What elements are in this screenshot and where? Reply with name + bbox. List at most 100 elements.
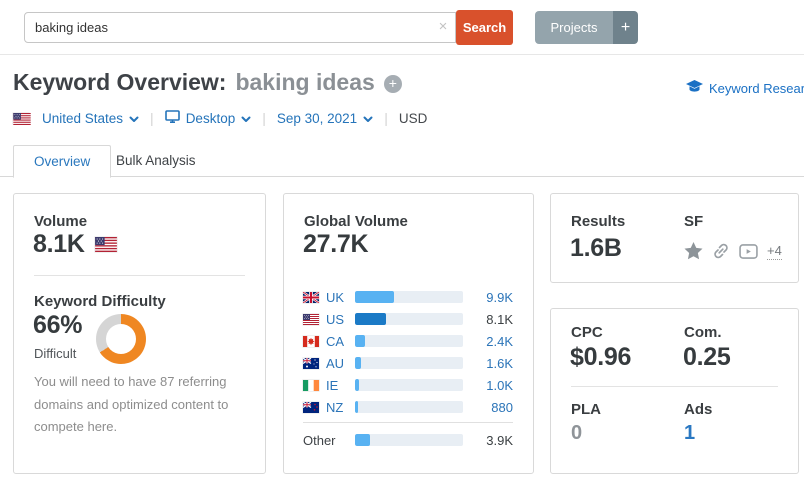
filter-bar: United States | Desktop | Sep 30, 2021 |… bbox=[13, 110, 427, 126]
tab-bulk-analysis[interactable]: Bulk Analysis bbox=[102, 145, 210, 177]
star-icon[interactable] bbox=[684, 242, 703, 260]
country-volume-value: 2.4K bbox=[486, 333, 513, 349]
country-code: IE bbox=[326, 377, 339, 393]
volume-label: Volume bbox=[34, 213, 88, 230]
us-flag-icon bbox=[94, 237, 117, 252]
volume-bar bbox=[355, 291, 463, 303]
chevron-down-icon bbox=[129, 111, 139, 126]
currency-label: USD bbox=[398, 110, 428, 126]
keyword-difficulty-level: Difficult bbox=[34, 346, 77, 361]
divider bbox=[34, 275, 245, 276]
competition-label: Com. bbox=[684, 324, 722, 341]
clear-search-icon[interactable]: × bbox=[435, 17, 451, 37]
filter-separator: | bbox=[384, 110, 388, 126]
graduation-cap-icon bbox=[686, 80, 703, 97]
country-volume-value: 880 bbox=[491, 399, 513, 415]
page-title-keyword: baking ideas bbox=[235, 69, 375, 95]
ads-label: Ads bbox=[684, 401, 713, 418]
other-label: Other bbox=[303, 432, 336, 448]
volume-bar bbox=[355, 379, 463, 391]
global-volume-value: 27.7K bbox=[303, 230, 369, 258]
chevron-down-icon bbox=[363, 111, 373, 126]
serp-features-icons: +4 bbox=[684, 242, 782, 260]
us-flag-icon bbox=[303, 313, 319, 325]
top-search-bar: × Search Projects + bbox=[0, 0, 804, 55]
country-row-ca[interactable]: CA 2.4K bbox=[303, 333, 513, 349]
desktop-monitor-icon bbox=[164, 110, 180, 126]
pla-value: 0 bbox=[571, 422, 583, 444]
chevron-down-icon bbox=[241, 111, 251, 126]
divider bbox=[571, 386, 778, 387]
serp-features-label: SF bbox=[684, 213, 704, 230]
add-keyword-icon[interactable]: + bbox=[383, 75, 402, 93]
country-row-us[interactable]: US 8.1K bbox=[303, 311, 513, 327]
keyword-research-link[interactable]: Keyword Research bbox=[686, 80, 804, 97]
country-row-ie[interactable]: IE 1.0K bbox=[303, 377, 513, 393]
uk-flag-icon bbox=[303, 291, 319, 303]
country-volume-value: 1.6K bbox=[486, 355, 513, 371]
other-volume-row: Other 3.9K bbox=[303, 432, 513, 448]
device-selector[interactable]: Desktop bbox=[164, 110, 252, 126]
volume-bar bbox=[355, 313, 463, 325]
volume-bar bbox=[355, 401, 463, 413]
page-title-label: Keyword Overview: bbox=[13, 69, 227, 95]
keyword-research-label: Keyword Research bbox=[709, 81, 804, 96]
competition-value: 0.25 bbox=[683, 343, 731, 371]
country-volume-value: 8.1K bbox=[486, 311, 513, 327]
country-volume-value: 9.9K bbox=[486, 289, 513, 305]
au-flag-icon bbox=[303, 357, 319, 369]
add-project-button[interactable]: + bbox=[613, 11, 638, 44]
country-label: United States bbox=[42, 110, 124, 126]
country-code: NZ bbox=[326, 399, 344, 415]
results-value: 1.6B bbox=[570, 234, 622, 262]
other-volume-value: 3.9K bbox=[486, 432, 513, 448]
filter-separator: | bbox=[262, 110, 266, 126]
ca-flag-icon bbox=[303, 335, 319, 347]
volume-value: 8.1K bbox=[33, 230, 85, 258]
cpc-ads-card: CPC $0.96 Com. 0.25 PLA 0 Ads 1 bbox=[550, 308, 799, 474]
cpc-label: CPC bbox=[571, 324, 603, 341]
page-title: Keyword Overview: baking ideas + bbox=[13, 69, 402, 96]
projects-button[interactable]: Projects bbox=[535, 11, 613, 44]
nz-flag-icon bbox=[303, 401, 319, 413]
ads-value[interactable]: 1 bbox=[684, 422, 695, 445]
volume-bar bbox=[355, 434, 463, 446]
country-row-uk[interactable]: UK 9.9K bbox=[303, 289, 513, 305]
filter-separator: | bbox=[150, 110, 154, 126]
device-label: Desktop bbox=[185, 110, 236, 126]
ie-flag-icon bbox=[303, 379, 319, 391]
keyword-difficulty-label: Keyword Difficulty bbox=[34, 293, 166, 310]
more-serp-features-link[interactable]: +4 bbox=[767, 243, 782, 260]
tab-bar: Overview Bulk Analysis bbox=[0, 145, 804, 178]
country-row-nz[interactable]: NZ 880 bbox=[303, 399, 513, 415]
link-icon[interactable] bbox=[712, 242, 730, 260]
global-volume-label: Global Volume bbox=[304, 213, 408, 230]
results-serp-card: Results 1.6B SF +4 bbox=[550, 193, 799, 283]
country-code: CA bbox=[326, 333, 345, 349]
volume-bar bbox=[355, 357, 463, 369]
divider bbox=[303, 422, 513, 423]
difficulty-donut-chart bbox=[96, 314, 146, 364]
pla-label: PLA bbox=[571, 401, 601, 418]
cpc-value: $0.96 bbox=[570, 343, 632, 371]
search-input[interactable] bbox=[24, 12, 456, 43]
difficulty-description: You will need to have 87 referring domai… bbox=[34, 374, 229, 434]
tab-overview[interactable]: Overview bbox=[13, 145, 112, 178]
video-icon[interactable] bbox=[739, 243, 758, 259]
us-flag-icon bbox=[13, 112, 31, 125]
country-volume-list: UK 9.9K US 8.1K CA 2.4K AU 1.6K IE 1.0K bbox=[303, 290, 513, 455]
country-volume-value: 1.0K bbox=[486, 377, 513, 393]
keyword-difficulty-value: 66% bbox=[33, 311, 83, 339]
country-code: AU bbox=[326, 355, 345, 371]
country-row-au[interactable]: AU 1.6K bbox=[303, 355, 513, 371]
date-label: Sep 30, 2021 bbox=[276, 110, 358, 126]
results-label: Results bbox=[571, 213, 626, 230]
global-volume-card: Global Volume 27.7K UK 9.9K US 8.1K CA 2… bbox=[283, 193, 534, 474]
country-code: US bbox=[326, 311, 345, 327]
country-code: UK bbox=[326, 289, 345, 305]
date-selector[interactable]: Sep 30, 2021 bbox=[277, 111, 373, 126]
search-button[interactable]: Search bbox=[456, 10, 513, 45]
country-selector[interactable]: United States bbox=[13, 111, 139, 126]
volume-bar bbox=[355, 335, 463, 347]
volume-difficulty-card: Volume 8.1K Keyword Difficulty 66% Diffi… bbox=[13, 193, 266, 474]
